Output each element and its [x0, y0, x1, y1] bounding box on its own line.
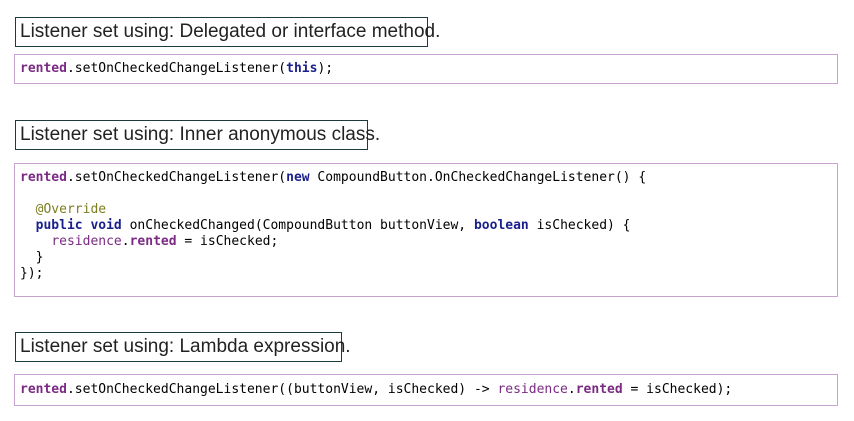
section-heading-lambda: Listener set using: Lambda expression.: [15, 332, 351, 362]
section-heading-delegated: Listener set using: Delegated or interfa…: [15, 17, 440, 47]
code-block-delegated: rented.setOnCheckedChangeListener(this);: [14, 54, 838, 84]
code-line: public void onCheckedChanged(CompoundBut…: [35, 218, 631, 233]
code-block-anonymous-class: rented.setOnCheckedChangeListener(new Co…: [14, 163, 838, 297]
code-line: rented.setOnCheckedChangeListener(new Co…: [20, 170, 647, 185]
code-block-lambda: rented.setOnCheckedChangeListener((butto…: [14, 374, 838, 406]
code-line: });: [20, 266, 44, 281]
section-heading-anonymous-class: Listener set using: Inner anonymous clas…: [15, 120, 380, 150]
code-line: residence.rented = isChecked;: [51, 234, 279, 249]
code-line: @Override: [35, 202, 107, 217]
code-line: rented.setOnCheckedChangeListener(this);: [20, 61, 334, 76]
code-line: rented.setOnCheckedChangeListener((butto…: [20, 382, 733, 397]
code-line: }: [20, 250, 44, 265]
